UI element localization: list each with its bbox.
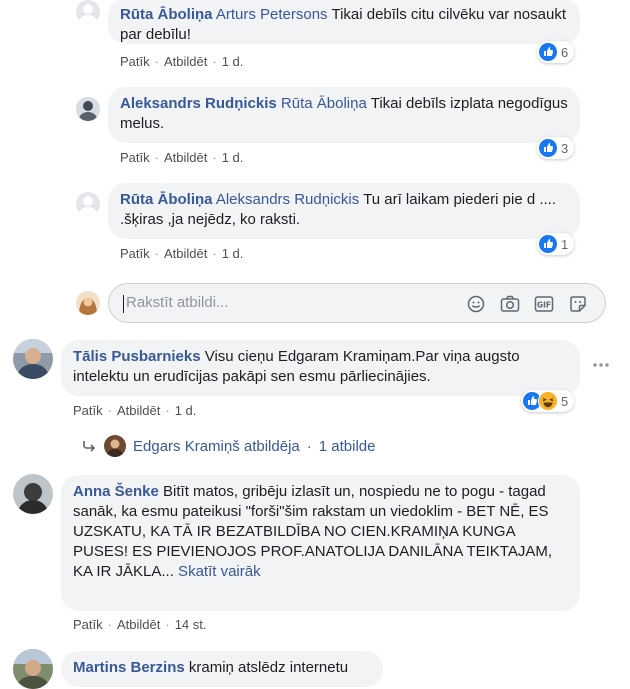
reaction-count: 6 [561,44,569,60]
more-options-icon[interactable] [592,362,610,368]
avatar[interactable] [13,339,53,379]
like-link[interactable]: Patīk [73,403,103,418]
like-link[interactable]: Patīk [120,54,150,69]
avatar[interactable] [76,192,100,216]
emoji-icon[interactable] [465,293,487,315]
timestamp[interactable]: 1 d. [222,246,244,261]
reply-link[interactable]: Atbildēt [164,150,207,165]
haha-icon [538,391,558,411]
replies-count: 1 atbilde [318,437,376,455]
comment-actions: Patīk · Atbildēt · 1 d. [73,403,197,418]
reply-placeholder: Rakstīt atbildi... [126,294,229,311]
current-user-avatar [76,291,100,315]
comment-bubble: Aleksandrs Rudņickis Rūta Āboliņa Tikai … [108,87,580,143]
comment-author[interactable]: Aleksandrs Rudņickis [120,95,277,112]
camera-icon[interactable] [499,293,521,315]
comment-bubble: Rūta Āboliņa Aleksandrs Rudņickis Tu arī… [108,183,580,239]
comment-actions: Patīk · Atbildēt · 14 st. [73,617,207,632]
like-icon [538,42,558,62]
comment-actions: Patīk · Atbildēt · 1 d. [120,54,244,69]
reaction-count: 3 [561,140,569,156]
like-icon [538,234,558,254]
reply-arrow-icon [83,441,96,452]
reaction-summary[interactable]: 5 [521,390,575,412]
comment-author[interactable]: Martins Berzins [73,659,185,676]
svg-text:GIF: GIF [537,301,551,310]
like-link[interactable]: Patīk [120,150,150,165]
reply-link[interactable]: Atbildēt [164,246,207,261]
reply-input[interactable]: Rakstīt atbildi... GIF [108,283,606,323]
comment-mention[interactable]: Rūta Āboliņa [281,95,367,112]
comment-bubble: Tālis Pusbarnieks Visu cieņu Edgaram Kra… [61,340,580,396]
comment-mention[interactable]: Arturs Petersons [216,6,328,23]
reaction-count: 5 [561,393,569,409]
replies-separator: · [306,437,312,455]
avatar[interactable] [76,97,100,121]
avatar[interactable] [13,649,53,689]
comment-bubble: Anna Šenke Bitīt matos, gribēju izlasīt … [61,475,580,611]
timestamp[interactable]: 1 d. [222,150,244,165]
comment-author[interactable]: Rūta Āboliņa [120,6,213,23]
reply-link[interactable]: Atbildēt [117,403,160,418]
reaction-count: 1 [561,236,569,252]
comment-bubble: Martins Berzins kramiņ atslēdz internetu [61,651,383,687]
replies-text: Edgars Kramiņš atbildēja [133,437,300,455]
comment-text: kramiņ atslēdz internetu [184,659,349,676]
comment-bubble: Rūta Āboliņa Arturs Petersons Tikai debī… [108,0,580,44]
timestamp[interactable]: 1 d. [222,54,244,69]
timestamp[interactable]: 14 st. [175,617,207,632]
reply-link[interactable]: Atbildēt [164,54,207,69]
reply-link[interactable]: Atbildēt [117,617,160,632]
reaction-summary[interactable]: 6 [537,41,575,63]
avatar[interactable] [13,474,53,514]
reaction-summary[interactable]: 3 [537,137,575,159]
comment-actions: Patīk · Atbildēt · 1 d. [120,150,244,165]
reaction-summary[interactable]: 1 [537,233,575,255]
like-link[interactable]: Patīk [73,617,103,632]
replier-avatar [104,435,126,457]
comment-mention[interactable]: Aleksandrs Rudņickis [216,191,359,208]
comment-author[interactable]: Anna Šenke [73,483,159,500]
timestamp[interactable]: 1 d. [175,403,197,418]
view-replies-link[interactable]: Edgars Kramiņš atbildēja · 1 atbilde [82,435,375,457]
comment-author[interactable]: Rūta Āboliņa [120,191,213,208]
sticker-icon[interactable] [567,293,589,315]
text-cursor [123,295,124,313]
gif-icon[interactable]: GIF [533,293,555,315]
like-link[interactable]: Patīk [120,246,150,261]
see-more-link[interactable]: Skatīt vairāk [174,563,261,580]
comment-actions: Patīk · Atbildēt · 1 d. [120,246,244,261]
comment-author[interactable]: Tālis Pusbarnieks [73,348,201,365]
like-icon [538,138,558,158]
avatar[interactable] [76,0,100,24]
